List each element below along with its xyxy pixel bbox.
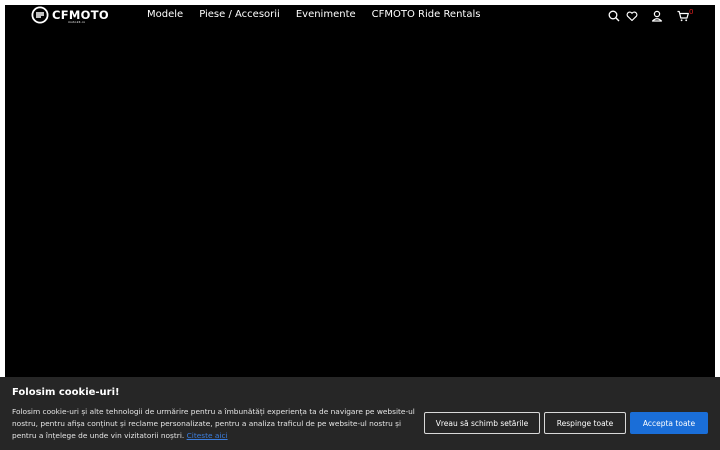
main-menu: Modele Piese / Accesorii Evenimente CFMO… [147, 9, 496, 21]
menu-item-evenimente[interactable]: Evenimente [296, 9, 356, 21]
top-navigation: CFMOTO moto24.ro Modele Piese / Accesori… [5, 5, 715, 27]
cookie-policy-link[interactable]: Citeste aici [187, 431, 228, 440]
cookie-banner-text: Folosim cookie-uri și alte tehnologii de… [12, 406, 420, 442]
cookie-banner: Folosim cookie-uri! Folosim cookie-uri ș… [0, 377, 720, 450]
cookie-banner-title: Folosim cookie-uri! [12, 387, 120, 398]
cart-count-badge: 0 [689, 8, 694, 16]
change-settings-button[interactable]: Vreau să schimb setările [424, 412, 540, 434]
user-icon[interactable] [650, 9, 664, 23]
logo-subtext: moto24.ro [68, 20, 86, 24]
menu-item-modele[interactable]: Modele [147, 9, 183, 21]
menu-item-ride-rentals[interactable]: CFMOTO Ride Rentals [372, 9, 481, 21]
reject-all-button[interactable]: Respinge toate [544, 412, 626, 434]
accept-all-button[interactable]: Accepta toate [630, 412, 708, 434]
menu-item-piese-accesorii[interactable]: Piese / Accesorii [199, 9, 280, 21]
search-icon[interactable] [607, 9, 621, 23]
heart-icon[interactable] [625, 9, 639, 23]
logo-text: CFMOTO [52, 7, 109, 22]
cart-icon[interactable] [676, 9, 690, 23]
cfmoto-emblem-icon [31, 6, 49, 24]
